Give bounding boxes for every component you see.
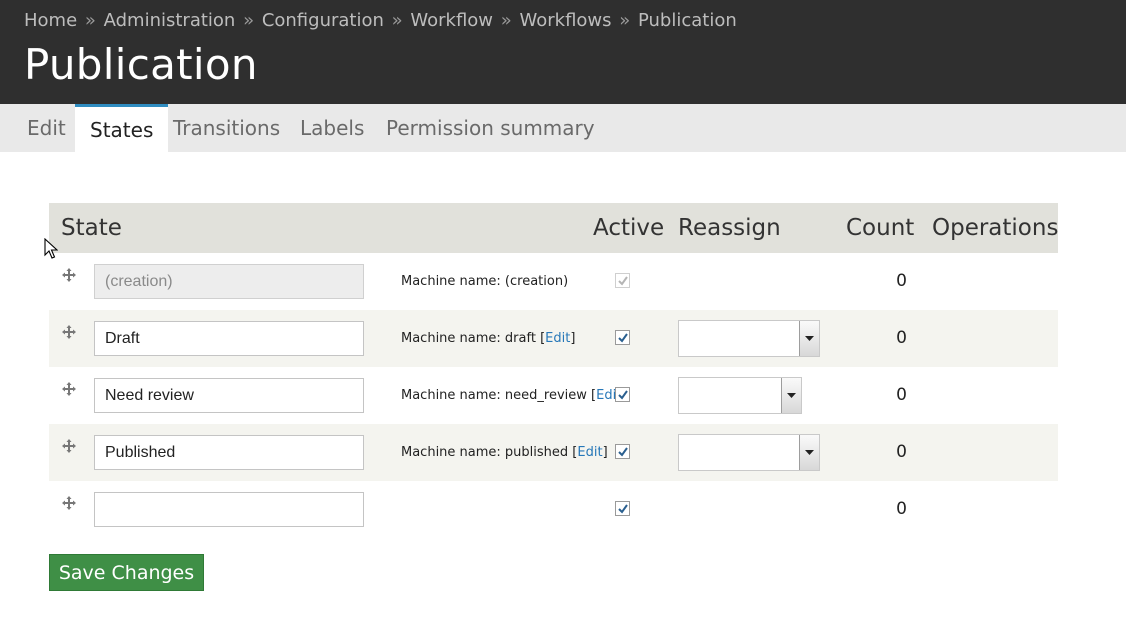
tab-states[interactable]: States <box>75 104 169 152</box>
state-count: 0 <box>896 271 907 291</box>
table-header: State Active Reassign Count Operations <box>49 203 1058 253</box>
machine-name: Machine name: draft [Edit] <box>401 310 575 367</box>
machine-name-text: Machine name: (creation) <box>401 274 569 289</box>
drag-handle-icon[interactable] <box>61 324 77 340</box>
column-header-count: Count <box>846 215 915 241</box>
drag-handle-icon[interactable] <box>61 438 77 454</box>
active-checkbox[interactable] <box>615 273 630 288</box>
column-header-operations: Operations <box>932 215 1059 241</box>
state-count: 0 <box>896 385 907 405</box>
machine-name: Machine name: (creation) <box>401 253 568 310</box>
machine-name-bracket: ] <box>602 445 608 460</box>
page-title: Publication <box>24 40 258 89</box>
breadcrumb-separator: » <box>79 10 102 31</box>
breadcrumb-administration[interactable]: Administration <box>104 10 236 31</box>
state-count: 0 <box>896 442 907 462</box>
machine-name: Machine name: published [Edit] <box>401 424 608 481</box>
column-header-state: State <box>61 215 122 241</box>
active-checkbox[interactable] <box>615 330 630 345</box>
table-row: Need review Machine name: need_review [E… <box>49 367 1058 424</box>
tab-transitions[interactable]: Transitions <box>158 104 295 152</box>
breadcrumb-separator: » <box>495 10 518 31</box>
state-name-input[interactable]: (creation) <box>94 264 364 299</box>
drag-handle-icon[interactable] <box>61 381 77 397</box>
dropdown-arrow-icon[interactable] <box>799 321 819 356</box>
drag-handle-icon[interactable] <box>61 267 77 283</box>
breadcrumb-separator: » <box>237 10 260 31</box>
page-header: Home » Administration » Configuration » … <box>0 0 1126 104</box>
dropdown-arrow-icon[interactable] <box>799 435 819 470</box>
save-changes-button[interactable]: Save Changes <box>49 554 204 591</box>
new-state-name-input[interactable] <box>94 492 364 527</box>
machine-name-bracket: ] <box>570 331 576 346</box>
dropdown-arrow-icon[interactable] <box>781 378 801 413</box>
checkmark-icon <box>618 504 628 514</box>
states-table: State Active Reassign Count Operations (… <box>49 203 1058 538</box>
breadcrumb-workflow[interactable]: Workflow <box>410 10 493 31</box>
machine-name-text: Machine name: need_review [ <box>401 388 597 403</box>
active-checkbox[interactable] <box>615 501 630 516</box>
machine-name-edit-link[interactable]: Edit <box>577 445 602 460</box>
table-row: 0 <box>49 481 1058 538</box>
state-count: 0 <box>896 328 907 348</box>
machine-name-edit-link[interactable]: Edit <box>545 331 570 346</box>
table-row: Draft Machine name: draft [Edit] 0 <box>49 310 1058 367</box>
breadcrumb-separator: » <box>613 10 636 31</box>
reassign-select[interactable] <box>678 377 802 414</box>
table-row: Published Machine name: published [Edit]… <box>49 424 1058 481</box>
machine-name: Machine name: need_review [Edit] <box>401 367 626 424</box>
breadcrumb-configuration[interactable]: Configuration <box>262 10 384 31</box>
checkmark-icon <box>618 447 628 457</box>
breadcrumb-home[interactable]: Home <box>24 10 77 31</box>
breadcrumb-separator: » <box>385 10 409 31</box>
machine-name-text: Machine name: published [ <box>401 445 578 460</box>
active-checkbox[interactable] <box>615 387 630 402</box>
drag-handle-icon[interactable] <box>61 495 77 511</box>
checkmark-icon <box>618 390 628 400</box>
breadcrumb-workflows[interactable]: Workflows <box>519 10 611 31</box>
state-name-input[interactable]: Draft <box>94 321 364 356</box>
state-count: 0 <box>896 499 907 519</box>
reassign-select[interactable] <box>678 434 820 471</box>
state-name-input[interactable]: Published <box>94 435 364 470</box>
column-header-reassign: Reassign <box>678 215 781 241</box>
tab-permission-summary[interactable]: Permission summary <box>371 104 610 152</box>
active-checkbox[interactable] <box>615 444 630 459</box>
reassign-select[interactable] <box>678 320 820 357</box>
tab-labels[interactable]: Labels <box>285 104 379 152</box>
state-name-input[interactable]: Need review <box>94 378 364 413</box>
mouse-cursor-icon <box>44 237 59 264</box>
tab-edit[interactable]: Edit <box>12 104 81 152</box>
column-header-active: Active <box>593 215 665 241</box>
breadcrumb: Home » Administration » Configuration » … <box>24 10 737 31</box>
machine-name-text: Machine name: draft [ <box>401 331 546 346</box>
checkmark-icon <box>618 276 628 286</box>
table-row: (creation) Machine name: (creation) 0 <box>49 253 1058 310</box>
tab-bar: Edit States Transitions Labels Permissio… <box>0 104 1126 152</box>
breadcrumb-publication[interactable]: Publication <box>638 10 737 31</box>
checkmark-icon <box>618 333 628 343</box>
